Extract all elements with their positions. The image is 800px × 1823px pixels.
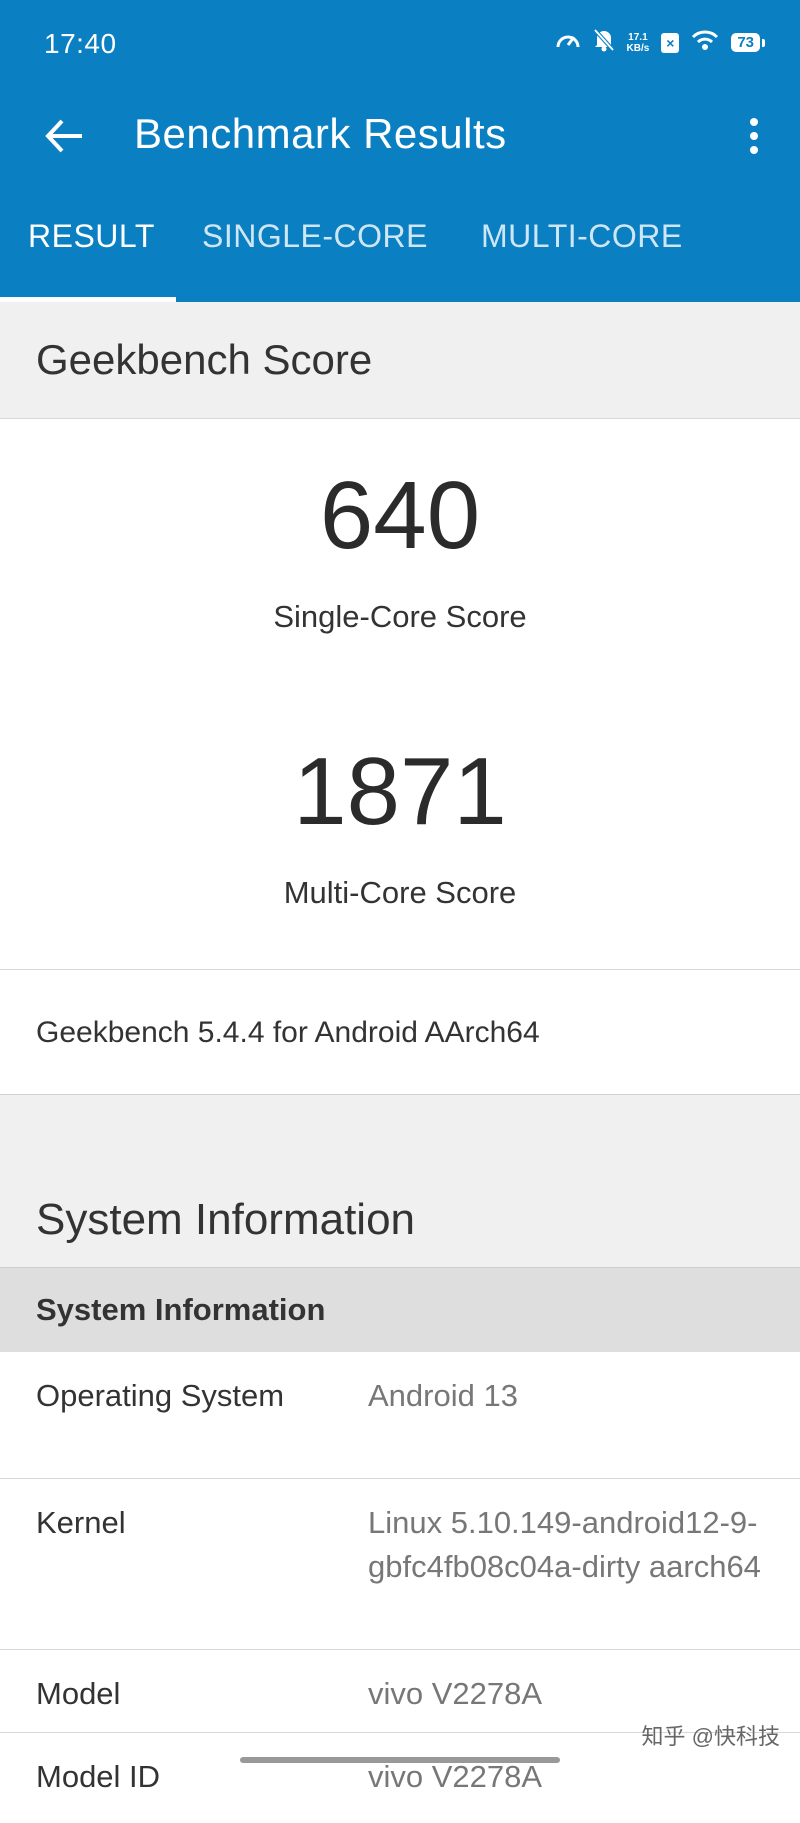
table-header-label: System Information [36, 1292, 326, 1327]
mute-bell-icon [593, 28, 615, 57]
back-button[interactable] [34, 106, 94, 166]
single-core-score: 640 [319, 462, 481, 569]
row-value: vivo V2278A [368, 1676, 543, 1711]
page-title: Benchmark Results [134, 110, 507, 157]
battery-icon: 73 [731, 33, 765, 52]
tab-multi-core[interactable]: MULTI-CORE [481, 218, 683, 255]
tab-result[interactable]: RESULT [28, 218, 155, 255]
wifi-icon [691, 29, 719, 56]
more-options-button[interactable] [734, 106, 774, 166]
table-row: Kernel Linux 5.10.149-android12-9-gbfc4f… [0, 1479, 800, 1650]
version-row: Geekbench 5.4.4 for Android AArch64 [0, 970, 800, 1095]
tab-single-core[interactable]: SINGLE-CORE [202, 218, 428, 255]
speedometer-icon [555, 29, 581, 56]
toolbar: Benchmark Results [0, 88, 800, 188]
section-title: System Information [36, 1195, 416, 1244]
row-value: Android 13 [368, 1378, 518, 1413]
row-key: Operating System [36, 1378, 285, 1413]
tab-bar: RESULT SINGLE-CORE MULTI-CORE [0, 188, 800, 302]
multi-core-label: Multi-Core Score [283, 875, 517, 910]
status-icons: 17.1 KB/s × 73 [555, 28, 765, 57]
status-bar: 17:40 17.1 KB/s × 73 [0, 0, 800, 88]
system-info-table-header: System Information [0, 1267, 800, 1352]
geekbench-score-header: Geekbench Score [0, 302, 800, 419]
app-bar: 17:40 17.1 KB/s × 73 Benchmark Results R… [0, 0, 800, 302]
score-panel: 640 Single-Core Score 1871 Multi-Core Sc… [0, 419, 800, 970]
system-info-section-header: System Information [0, 1095, 800, 1267]
status-time: 17:40 [44, 28, 117, 59]
net-speed: 17.1 KB/s [626, 31, 650, 54]
more-vert-icon [750, 118, 758, 154]
version-text: Geekbench 5.4.4 for Android AArch64 [36, 1016, 540, 1049]
watermark: 知乎 @快科技 [641, 1724, 780, 1749]
gesture-nav-handle[interactable] [240, 1757, 560, 1763]
section-title: Geekbench Score [36, 336, 373, 383]
arrow-left-icon [45, 119, 82, 153]
single-core-label: Single-Core Score [273, 599, 527, 634]
row-key: Model [36, 1676, 121, 1711]
table-row: Operating System Android 13 [0, 1352, 800, 1479]
row-key: Kernel [36, 1505, 126, 1540]
multi-core-score: 1871 [293, 738, 507, 845]
x-box-icon: × [661, 32, 680, 53]
row-value: Linux 5.10.149-android12-9-gbfc4fb08c04a… [368, 1505, 761, 1584]
